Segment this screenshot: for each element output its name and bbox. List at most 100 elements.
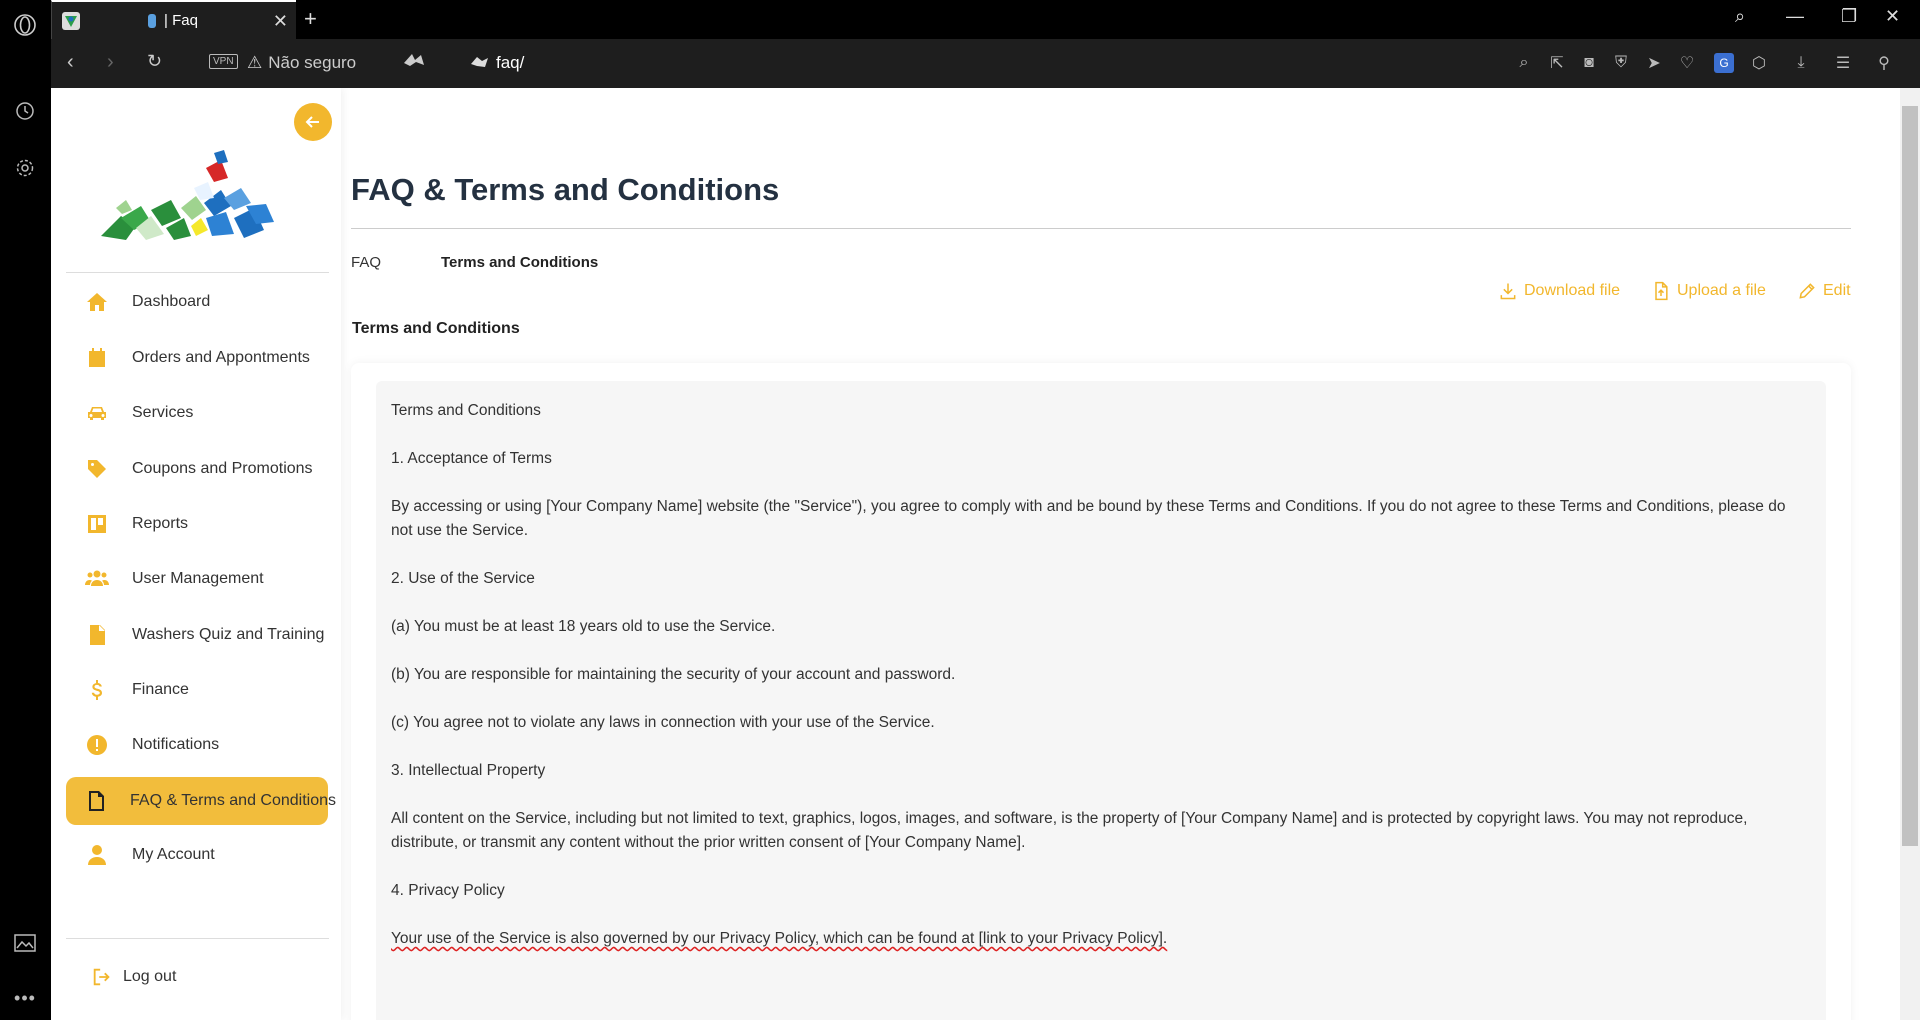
download-file-button[interactable]: Download file [1498,281,1620,301]
terms-s2-a: (a) You must be at least 18 years old to… [391,618,776,635]
terms-text-area[interactable]: Terms and Conditions 1. Acceptance of Te… [376,381,1826,1020]
calendar-icon [84,345,110,371]
logout-button[interactable]: Log out [91,966,176,988]
search-tabs-icon[interactable]: ⌕ [1735,6,1745,27]
send-icon[interactable]: ➤ [1644,53,1664,73]
insecure-indicator[interactable]: ⚠ Não seguro [247,53,356,73]
vpn-badge[interactable]: VPN [209,54,238,69]
new-tab-button[interactable]: + [304,6,317,32]
browser-tab[interactable]: | Faq ✕ [51,0,296,39]
sidebar-divider [66,938,329,939]
close-window-button[interactable]: ✕ [1885,6,1900,27]
sidebar-item-services[interactable]: Services [66,389,328,437]
cube-icon[interactable]: ⬡ [1749,53,1769,73]
sidebar-item-washers-quiz[interactable]: Washers Quiz and Training [66,611,328,659]
sidebar-item-orders[interactable]: Orders and Appontments [66,334,328,382]
file-icon [84,788,108,814]
easy-setup-icon[interactable]: ☰ [1833,53,1853,73]
more-icon[interactable]: ••• [12,985,38,1011]
sidebar-item-user-management[interactable]: User Management [66,555,328,603]
alert-icon [84,732,110,758]
sidebar-item-label: FAQ & Terms and Conditions [130,792,337,809]
sidebar-item-label: Dashboard [132,293,211,310]
upload-icon [1655,281,1668,301]
download-icon[interactable]: ⤓ [1791,53,1811,73]
tab-bar: | Faq ✕ + ⌕ — ❐ ✕ [51,0,1920,39]
translate-icon[interactable]: G [1714,53,1734,73]
history-icon[interactable] [12,98,38,124]
page-scrollbar[interactable] [1900,88,1920,1020]
sidebar-item-coupons[interactable]: Coupons and Promotions [66,445,328,493]
sidebar-divider [66,272,329,273]
dollar-icon [84,677,110,703]
browser-sidebar: ••• [0,0,51,1020]
sidebar-item-label: User Management [132,570,264,587]
tag-icon [84,456,110,482]
tab-faq[interactable]: FAQ [351,254,381,271]
home-icon [84,289,110,315]
sidebar-item-label: My Account [132,846,215,863]
sidebar-item-faq-terms[interactable]: FAQ & Terms and Conditions [66,777,336,825]
edit-label: Edit [1823,282,1851,299]
users-icon [84,566,110,592]
logout-label: Log out [123,968,177,985]
share-icon[interactable]: ⇱ [1547,53,1567,73]
user-icon [84,842,110,868]
terms-s3-body: All content on the Service, including bu… [391,810,1748,851]
zoom-icon[interactable]: ⌕ [1514,53,1534,73]
sidebar-item-label: Coupons and Promotions [132,460,313,477]
back-button[interactable]: ‹ [67,51,74,74]
url-text[interactable]: faq/ [496,53,524,73]
terms-s1-title: 1. Acceptance of Terms [391,450,552,467]
restore-button[interactable]: ❐ [1841,6,1857,27]
sidebar-item-notifications[interactable]: Notifications [66,721,328,769]
sidebar-item-my-account[interactable]: My Account [66,831,328,879]
warning-icon: ⚠ [247,53,263,72]
sidebar-item-finance[interactable]: Finance [66,666,328,714]
upload-label: Upload a file [1677,282,1766,299]
collapse-sidebar-button[interactable] [294,103,332,141]
download-icon [1500,283,1516,300]
tab-title: | Faq [164,12,198,29]
sidebar-item-label: Washers Quiz and Training [132,626,325,643]
close-tab-icon[interactable]: ✕ [273,11,288,32]
page-title: FAQ & Terms and Conditions [351,172,780,207]
image-icon[interactable] [12,930,38,956]
sidebar-item-label: Finance [132,681,189,698]
sidebar-item-dashboard[interactable]: Dashboard [66,278,328,326]
tab-terms[interactable]: Terms and Conditions [441,254,598,271]
document-icon [84,622,110,648]
minimize-button[interactable]: — [1786,6,1804,27]
pencil-icon [1799,283,1815,299]
address-bar: ‹ › ↻ VPN ⚠ Não seguro faq/ ⌕ ⇱ ◙ ⛨ ➤ ♡ … [51,39,1920,88]
terms-s1-body: By accessing or using [Your Company Name… [391,498,1786,539]
sidebar-item-label: Orders and Appontments [132,349,310,366]
company-logo [101,150,274,240]
logout-icon [93,968,110,986]
terms-s3-title: 3. Intellectual Property [391,762,546,779]
sidebar-item-reports[interactable]: Reports [66,500,328,548]
terms-s4-title: 4. Privacy Policy [391,882,505,899]
terms-heading: Terms and Conditions [391,402,541,419]
page-viewport: Dashboard Orders and Appontments Service… [51,88,1920,1020]
terms-s2-b: (b) You are responsible for maintaining … [391,666,956,683]
reload-button[interactable]: ↻ [147,51,162,72]
terms-s2-c: (c) You agree not to violate any laws in… [391,714,935,731]
edit-button[interactable]: Edit [1797,281,1851,301]
camera-icon[interactable]: ◙ [1579,53,1599,73]
sidebar-item-label: Reports [132,515,189,532]
download-label: Download file [1524,282,1621,299]
shield-icon[interactable]: ⛨ [1611,53,1631,73]
forward-button[interactable]: › [107,51,114,74]
site-small-icon [469,54,491,73]
settings-gear-icon[interactable] [12,155,38,181]
site-favicon-icon [62,12,80,30]
heart-icon[interactable]: ♡ [1677,53,1697,73]
profile-icon[interactable]: ⚲ [1874,53,1894,73]
opera-logo-icon[interactable] [12,12,38,38]
scrollbar-thumb[interactable] [1902,106,1918,846]
car-icon [84,400,110,426]
upload-file-button[interactable]: Upload a file [1651,281,1766,301]
insecure-label: Não seguro [268,53,357,72]
sidebar-item-label: Services [132,404,194,421]
